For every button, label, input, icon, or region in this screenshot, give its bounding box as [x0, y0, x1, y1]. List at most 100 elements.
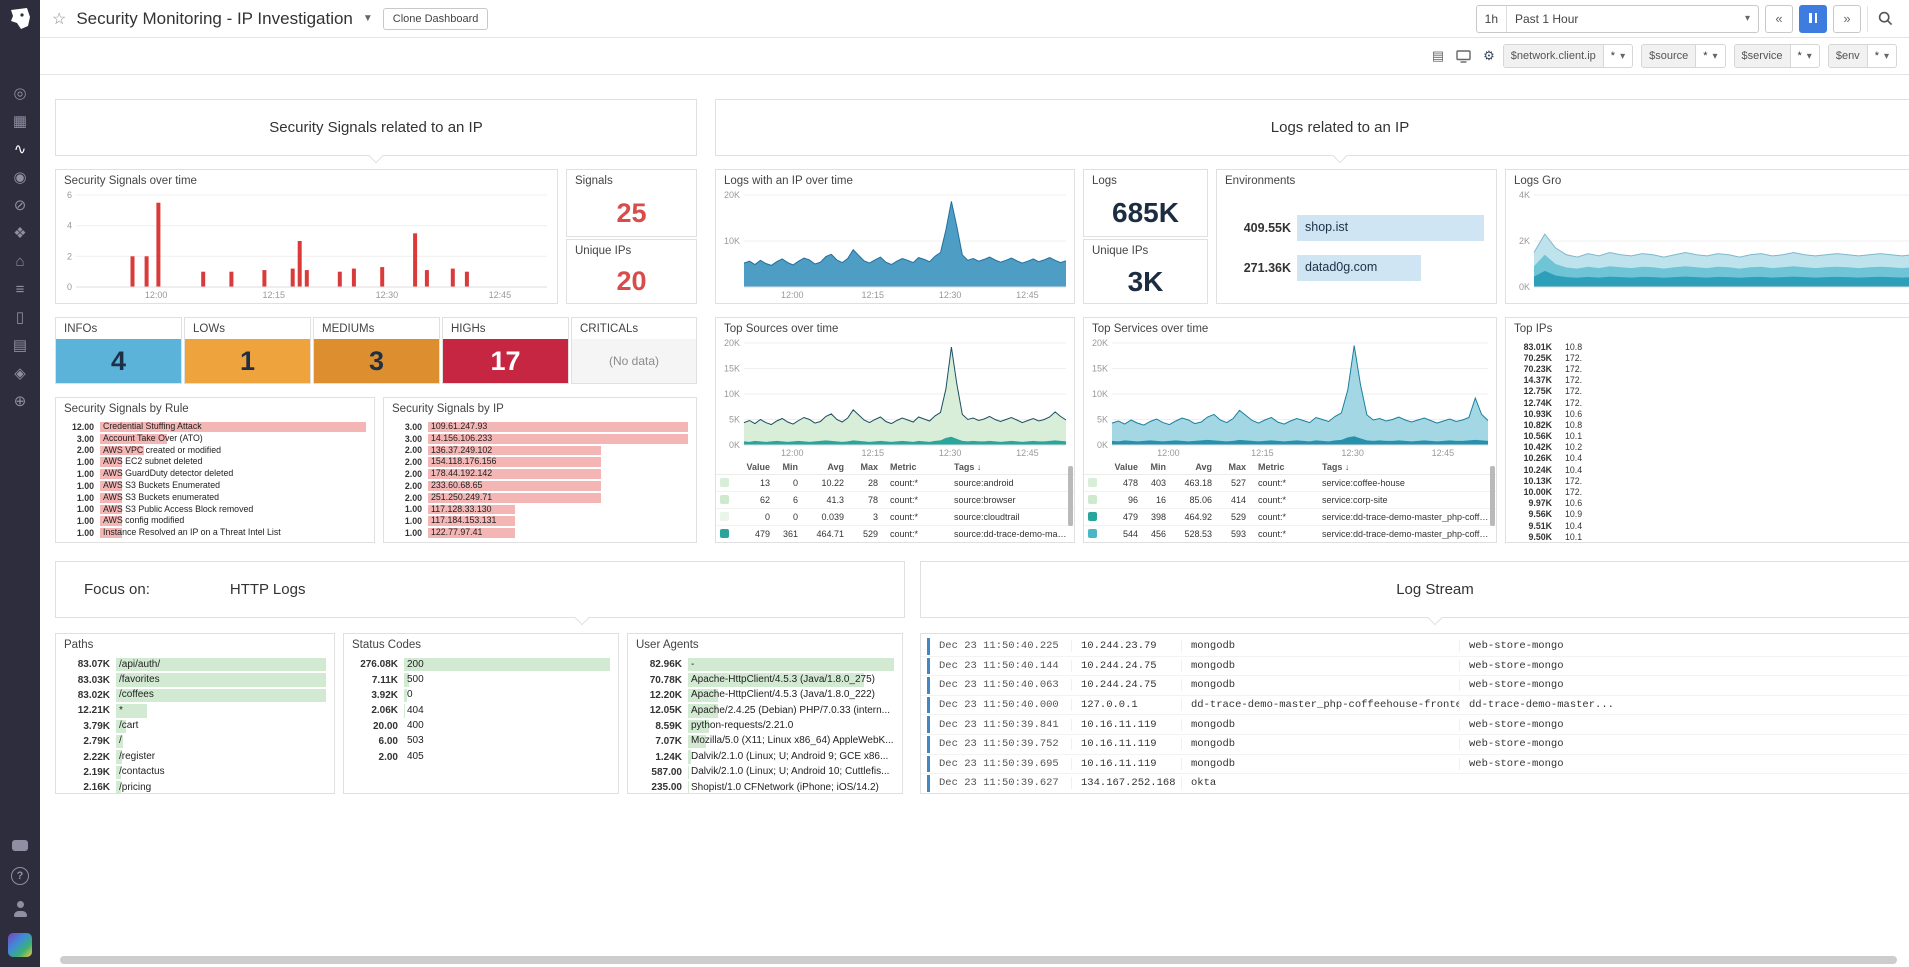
top-ip-row[interactable]: 70.23K 172. — [1508, 363, 1909, 374]
variable-chevron-icon[interactable]: ▾ — [1713, 51, 1718, 62]
top-ip-row[interactable]: 9.97K 10.6 — [1508, 498, 1909, 509]
widget-severity-infos[interactable]: INFOs 4 — [55, 317, 182, 384]
top-ip-row[interactable]: 10.82K 10.8 — [1508, 419, 1909, 430]
top-ip-row[interactable]: 10.26K 10.4 — [1508, 453, 1909, 464]
notebooks-icon[interactable]: ▯ — [8, 310, 32, 325]
toplist-row[interactable]: 1.00 AWS S3 Buckets enumerated — [58, 492, 366, 504]
security-signals-bar-chart[interactable]: 024612:0012:1512:3012:45 — [60, 190, 553, 300]
widget-severity-lows[interactable]: LOWs 1 — [184, 317, 311, 384]
horizontal-scrollbar[interactable] — [60, 956, 1897, 964]
toplist-row[interactable]: 12.21K * — [58, 703, 326, 718]
widget-signals-by-rule[interactable]: Security Signals by Rule 12.00 Credentia… — [55, 397, 375, 543]
toplist-row[interactable]: 83.07K /api/auth/ — [58, 657, 326, 672]
error-tracking-icon[interactable]: ⊘ — [8, 198, 32, 213]
toplist-row[interactable]: 3.00 14.156.106.233 — [386, 433, 688, 445]
table-row[interactable]: 96 16 85.06 414 count:* service:corp-sit… — [1084, 492, 1496, 509]
group-header-log-stream[interactable]: Log Stream — [920, 561, 1909, 618]
widget-logs-count[interactable]: Logs 685K — [1083, 169, 1208, 237]
toplist-row[interactable]: 2.00 233.60.68.65 — [386, 480, 688, 492]
top-ip-row[interactable]: 10.56K 10.1 — [1508, 431, 1909, 442]
widget-log-stream[interactable]: Dec 23 11:50:40.225 10.244.23.79 mongodb… — [920, 633, 1909, 794]
col-min[interactable]: Min — [770, 462, 798, 472]
toplist-row[interactable]: 1.00 AWS S3 Buckets Enumerated — [58, 480, 366, 492]
template-variable-chip[interactable]: $source * ▾ — [1641, 44, 1725, 68]
col-avg[interactable]: Avg — [798, 462, 844, 472]
toplist-row[interactable]: 2.00 405 — [346, 749, 610, 764]
col-metric[interactable]: Metric — [878, 462, 946, 472]
watchdog-icon[interactable]: ◎ — [8, 86, 32, 101]
security-icon[interactable]: ◈ — [8, 366, 32, 381]
widget-user-agents[interactable]: User Agents 82.96K - 70.78K — [627, 633, 903, 794]
log-row[interactable]: Dec 23 11:50:39.695 10.16.11.119 mongodb… — [921, 755, 1909, 775]
toplist-row[interactable]: 6.00 503 — [346, 734, 610, 749]
top-ip-row[interactable]: 10.13K 172. — [1508, 475, 1909, 486]
title-chevron-down-icon[interactable]: ▼ — [363, 13, 373, 24]
toplist-row[interactable]: 1.00 AWS EC2 subnet deleted — [58, 456, 366, 468]
metrics-icon[interactable]: ∿ — [8, 142, 32, 157]
group-header-security-signals[interactable]: Security Signals related to an IP — [55, 99, 697, 156]
widget-severity-mediums[interactable]: MEDIUMs 3 — [313, 317, 440, 384]
synthetics-icon[interactable]: ⊕ — [8, 394, 32, 409]
logs-area-chart[interactable]: 10K20K12:0012:1512:3012:45 — [718, 190, 1072, 300]
dashboards-icon[interactable]: ▦ — [8, 114, 32, 129]
apm-icon[interactable]: ◉ — [8, 170, 32, 185]
template-variable-chip[interactable]: $service * ▾ — [1734, 44, 1820, 68]
widget-top-services[interactable]: Top Services over time 0K5K10K15K20K12:0… — [1083, 317, 1497, 543]
log-row[interactable]: Dec 23 11:50:39.627 134.167.252.168 okta — [921, 774, 1909, 794]
time-range-chevron-icon[interactable]: ▾ — [1745, 13, 1750, 24]
service-map-icon[interactable]: ❖ — [8, 226, 32, 241]
widget-top-sources[interactable]: Top Sources over time 0K5K10K15K20K12:00… — [715, 317, 1075, 543]
toplist-row[interactable]: 1.00 AWS S3 Public Access Block removed — [58, 504, 366, 516]
shortcuts-icon[interactable]: ▤ — [1432, 48, 1444, 64]
time-forward-button[interactable]: » — [1833, 5, 1861, 33]
table-scrollbar[interactable] — [1068, 466, 1073, 526]
toplist-row[interactable]: 2.16K /pricing — [58, 780, 326, 793]
focus-value[interactable]: HTTP Logs — [230, 581, 306, 598]
toplist-row[interactable]: 2.06K 404 — [346, 703, 610, 718]
toplist-row[interactable]: 3.00 Account Take Over (ATO) — [58, 433, 366, 445]
pause-button[interactable] — [1799, 5, 1827, 33]
variable-value[interactable]: * — [1611, 50, 1615, 62]
col-metric[interactable]: Metric — [1246, 462, 1314, 472]
toplist-row[interactable]: 3.79K /cart — [58, 719, 326, 734]
widget-paths[interactable]: Paths 83.07K /api/auth/ 83.03K — [55, 633, 335, 794]
toplist-row[interactable]: 1.24K Dalvik/2.1.0 (Linux; U; Android 9;… — [630, 749, 894, 764]
toplist-row[interactable]: 83.03K /favorites — [58, 672, 326, 687]
top-ip-row[interactable]: 12.74K 172. — [1508, 397, 1909, 408]
col-min[interactable]: Min — [1138, 462, 1166, 472]
widget-signals-unique-ips[interactable]: Unique IPs 20 — [566, 239, 697, 304]
widget-status-codes[interactable]: Status Codes 276.08K 200 7.11K — [343, 633, 619, 794]
search-button[interactable] — [1867, 6, 1897, 32]
top-ip-row[interactable]: 10.42K 10.2 — [1508, 442, 1909, 453]
toplist-row[interactable]: 12.05K Apache/2.4.25 (Debian) PHP/7.0.33… — [630, 703, 894, 718]
top-ip-row[interactable]: 83.01K 10.8 — [1508, 341, 1909, 352]
widget-top-ips[interactable]: Top IPs 83.01K 10.8 70.25K 172. — [1505, 317, 1909, 543]
infrastructure-icon[interactable]: ⌂ — [8, 254, 32, 269]
log-row[interactable]: Dec 23 11:50:40.063 10.244.24.75 mongodb… — [921, 676, 1909, 696]
variable-chevron-icon[interactable]: ▾ — [1884, 51, 1889, 62]
log-row[interactable]: Dec 23 11:50:40.225 10.244.23.79 mongodb… — [921, 637, 1909, 657]
toplist-row[interactable]: 83.02K /coffees — [58, 688, 326, 703]
toplist-row[interactable]: 1.00 AWS config modified — [58, 515, 366, 527]
variable-value[interactable]: * — [1798, 50, 1802, 62]
monitors-icon[interactable]: ≡ — [8, 282, 32, 297]
toplist-row[interactable]: 2.19K /contactus — [58, 765, 326, 780]
toplist-row[interactable]: 1.00 117.184.153.131 — [386, 515, 688, 527]
col-max[interactable]: Max — [1212, 462, 1246, 472]
datadog-logo-icon[interactable] — [7, 7, 33, 36]
group-header-logs[interactable]: Logs related to an IP — [715, 99, 1909, 156]
time-backward-button[interactable]: « — [1765, 5, 1793, 33]
time-range-selector[interactable]: 1h Past 1 Hour ▾ — [1476, 5, 1759, 33]
settings-gear-icon[interactable]: ⚙ — [1483, 48, 1495, 64]
widget-severity-highs[interactable]: HIGHs 17 — [442, 317, 569, 384]
environment-row[interactable]: 271.36K datad0g.com — [1221, 248, 1484, 288]
widget-logs-over-time[interactable]: Logs with an IP over time 10K20K12:0012:… — [715, 169, 1075, 304]
template-variable-chip[interactable]: $network.client.ip * ▾ — [1503, 44, 1633, 68]
top-ip-row[interactable]: 10.93K 10.6 — [1508, 408, 1909, 419]
widget-signals-by-ip[interactable]: Security Signals by IP 3.00 109.61.247.9… — [383, 397, 697, 543]
toplist-row[interactable]: 7.07K Mozilla/5.0 (X11; Linux x86_64) Ap… — [630, 734, 894, 749]
toplist-row[interactable]: 2.00 AWS VPC created or modified — [58, 445, 366, 457]
top-services-area-chart[interactable]: 0K5K10K15K20K12:0012:1512:3012:45 — [1086, 338, 1494, 458]
toplist-row[interactable]: 2.79K / — [58, 734, 326, 749]
col-value[interactable]: Value — [736, 462, 770, 472]
